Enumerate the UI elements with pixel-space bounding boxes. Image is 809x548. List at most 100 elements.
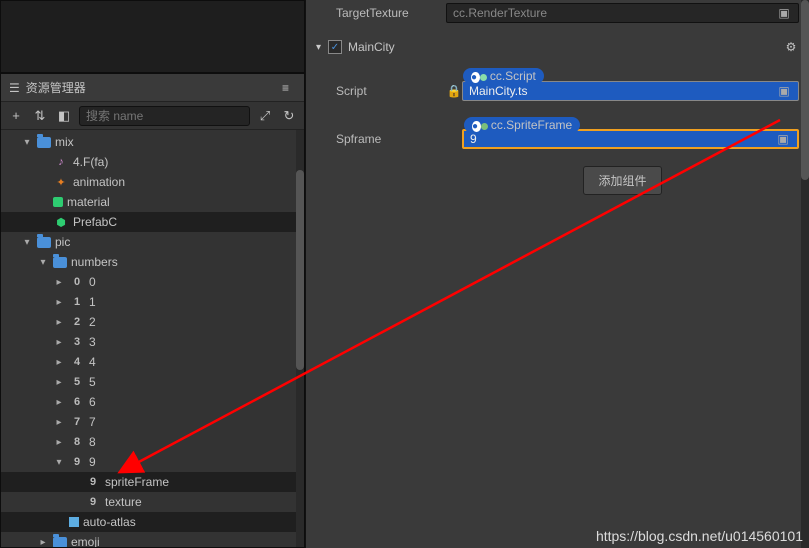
expand-arrow-icon[interactable]: [37, 257, 49, 268]
tree-item[interactable]: 88: [1, 432, 304, 452]
spframe-field[interactable]: cc.SpriteFrame 9 ▣: [462, 129, 799, 149]
num-icon: 3: [69, 334, 85, 350]
num-icon: 4: [69, 354, 85, 370]
preview-area: [0, 0, 305, 73]
goto-icon[interactable]: ▣: [776, 6, 792, 20]
expand-arrow-icon[interactable]: [53, 357, 65, 368]
script-row: Script 🔒 cc.Script MainCity.ts ▣: [306, 78, 809, 104]
expand-arrow-icon[interactable]: [53, 317, 65, 328]
component-name: MainCity: [348, 40, 783, 54]
tree-item[interactable]: 00: [1, 272, 304, 292]
tree-item[interactable]: ✦ animation: [1, 172, 304, 192]
tree-item-label: 2: [89, 315, 96, 329]
tree-item[interactable]: auto-atlas: [1, 512, 304, 532]
assets-panel: ☰ 资源管理器 ≡ + ⇅ ◧ ⤢ ↻ mix♪4.F(fa) ✦ animatio…: [0, 73, 305, 548]
scrollbar-thumb[interactable]: [296, 170, 304, 370]
target-texture-row: TargetTexture cc.RenderTexture ▣: [306, 0, 809, 26]
tree-item[interactable]: 66: [1, 392, 304, 412]
target-texture-field[interactable]: cc.RenderTexture ▣: [446, 3, 799, 23]
filter-button[interactable]: ◧: [55, 107, 73, 125]
audio-icon: ♪: [53, 154, 69, 170]
tree-item-label: texture: [105, 495, 142, 509]
inspector-scroll-thumb[interactable]: [801, 0, 809, 180]
tree-item-label: 0: [89, 275, 96, 289]
expand-arrow-icon[interactable]: [53, 437, 65, 448]
target-texture-label: TargetTexture: [316, 6, 446, 20]
inspector-panel: TargetTexture cc.RenderTexture ▣ ▾ ✓ Mai…: [305, 0, 809, 548]
tree-item-label: 8: [89, 435, 96, 449]
tree-item-label: pic: [55, 235, 70, 249]
sort-button[interactable]: ⇅: [31, 107, 49, 125]
material-icon: [53, 197, 63, 207]
expand-arrow-icon[interactable]: [53, 377, 65, 388]
tree-item[interactable]: 9texture: [1, 492, 304, 512]
tree-item[interactable]: material: [1, 192, 304, 212]
tree-item[interactable]: 77: [1, 412, 304, 432]
gear-icon[interactable]: ⚙: [783, 40, 799, 54]
expand-button[interactable]: ⤢: [256, 107, 274, 125]
chevron-down-icon[interactable]: ▾: [316, 42, 328, 53]
expand-arrow-icon[interactable]: [53, 397, 65, 408]
tree-item-label: numbers: [71, 255, 118, 269]
spframe-tag: cc.SpriteFrame: [464, 117, 580, 133]
num-icon: 6: [69, 394, 85, 410]
asset-tree[interactable]: mix♪4.F(fa) ✦ animation material ⬢PrefabC pic…: [1, 130, 304, 547]
folder-icon: [37, 237, 51, 248]
component-header[interactable]: ▾ ✓ MainCity ⚙: [306, 34, 809, 60]
tree-item[interactable]: emoji: [1, 532, 304, 547]
tree-item-label: 7: [89, 415, 96, 429]
tree-item-label: 1: [89, 295, 96, 309]
panel-menu-icon[interactable]: ≡: [282, 81, 296, 95]
tree-item[interactable]: 11: [1, 292, 304, 312]
tree-item[interactable]: 99: [1, 452, 304, 472]
script-value: MainCity.ts: [469, 84, 527, 98]
watermark: https://blog.csdn.net/u014560101: [596, 528, 803, 544]
add-button[interactable]: +: [7, 107, 25, 125]
search-input[interactable]: [79, 106, 250, 126]
assets-icon: ☰: [9, 81, 20, 95]
tree-item-label: animation: [73, 175, 125, 189]
num-icon: 7: [69, 414, 85, 430]
tree-item[interactable]: 55: [1, 372, 304, 392]
script-field[interactable]: cc.Script MainCity.ts ▣: [462, 81, 799, 101]
tree-item[interactable]: 22: [1, 312, 304, 332]
tree-item[interactable]: 44: [1, 352, 304, 372]
add-component-wrap: 添加组件: [306, 152, 809, 195]
scrollbar-track[interactable]: [296, 130, 304, 547]
expand-arrow-icon[interactable]: [53, 457, 65, 468]
tree-item-label: 3: [89, 335, 96, 349]
script-tag: cc.Script: [463, 68, 544, 84]
tree-item-label: 4: [89, 355, 96, 369]
tree-item[interactable]: ⬢PrefabC: [1, 212, 304, 232]
tree-item-label: material: [67, 195, 110, 209]
goto-icon[interactable]: ▣: [776, 84, 792, 98]
tree-item[interactable]: ♪4.F(fa): [1, 152, 304, 172]
panel-title: 资源管理器: [26, 79, 282, 96]
tree-item[interactable]: 9spriteFrame: [1, 472, 304, 492]
folder-icon: [37, 137, 51, 148]
refresh-button[interactable]: ↻: [280, 107, 298, 125]
num-icon: 9: [69, 454, 85, 470]
anim-icon: ✦: [53, 174, 69, 190]
tree-item-label: 9: [89, 455, 96, 469]
tree-item[interactable]: numbers: [1, 252, 304, 272]
prefab-icon: ⬢: [53, 214, 69, 230]
expand-arrow-icon[interactable]: [53, 417, 65, 428]
expand-arrow-icon[interactable]: [37, 537, 49, 548]
expand-arrow-icon[interactable]: [53, 337, 65, 348]
spframe-row: Spframe cc.SpriteFrame 9 ▣: [306, 126, 809, 152]
expand-arrow-icon[interactable]: [21, 237, 33, 248]
add-component-button[interactable]: 添加组件: [583, 166, 661, 195]
tree-item[interactable]: pic: [1, 232, 304, 252]
expand-arrow-icon[interactable]: [53, 297, 65, 308]
tree-item[interactable]: 33: [1, 332, 304, 352]
component-enabled-checkbox[interactable]: ✓: [328, 40, 342, 54]
tree-item-label: 5: [89, 375, 96, 389]
expand-arrow-icon[interactable]: [21, 137, 33, 148]
expand-arrow-icon[interactable]: [53, 277, 65, 288]
inspector-scrollbar[interactable]: [801, 0, 809, 548]
tree-item-label: 6: [89, 395, 96, 409]
atlas-icon: [69, 517, 79, 527]
goto-icon[interactable]: ▣: [775, 132, 791, 146]
tree-item[interactable]: mix: [1, 132, 304, 152]
